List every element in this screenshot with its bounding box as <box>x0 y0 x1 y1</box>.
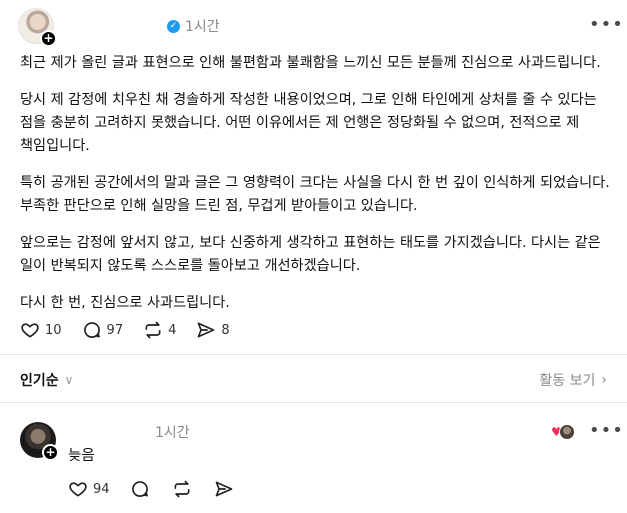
sort-dropdown[interactable]: 인기순 ∨ <box>20 370 73 390</box>
like-count: 94 <box>93 481 110 497</box>
like-count: 10 <box>45 322 62 338</box>
share-button[interactable]: 8 <box>196 320 230 340</box>
post-header: ✓ 1시간 <box>167 16 220 36</box>
reply-count: 97 <box>106 322 124 338</box>
divider <box>0 402 627 403</box>
more-options-icon[interactable]: ••• <box>589 422 624 440</box>
post-author-avatar-wrap[interactable]: + <box>18 8 57 47</box>
repost-button[interactable]: 4 <box>143 320 176 340</box>
comment-text: 늦음 <box>68 448 95 464</box>
reply-button[interactable] <box>130 479 150 499</box>
comment-time: 1시간 <box>155 425 190 441</box>
post-time: 1시간 <box>185 19 220 35</box>
send-icon <box>215 481 232 497</box>
post-paragraph: 특히 공개된 공간에서의 말과 글은 그 영향력이 크다는 사실을 다시 한 번… <box>20 175 610 214</box>
post-paragraph: 앞으로는 감정에 앞서지 않고, 보다 신중하게 생각하고 표현하는 태도를 가… <box>20 235 601 274</box>
heart-icon <box>69 482 87 497</box>
activity-link[interactable]: 활동 보기 › <box>539 370 607 390</box>
comment-actions: 94 <box>68 479 254 499</box>
sort-label: 인기순 <box>20 373 59 389</box>
divider <box>0 354 627 355</box>
like-button[interactable]: 94 <box>68 479 110 499</box>
repost-icon <box>145 321 161 339</box>
verified-check-icon: ✓ <box>167 19 180 33</box>
more-options-icon[interactable]: ••• <box>589 16 624 34</box>
post-paragraph: 최근 제가 올린 글과 표현으로 인해 불편함과 불쾌함을 느끼신 모든 분들께… <box>20 55 601 71</box>
post-paragraph: 당시 제 감정에 치우친 채 경솔하게 작성한 내용이었으며, 그로 인해 타인… <box>20 92 597 154</box>
activity-label: 활동 보기 <box>539 373 596 389</box>
share-button[interactable] <box>214 479 234 499</box>
chevron-right-icon: › <box>601 372 607 388</box>
post-paragraph: 다시 한 번, 진심으로 사과드립니다. <box>20 295 230 311</box>
repost-count: 4 <box>168 322 177 338</box>
author-liked-badge: ♥ <box>551 424 575 440</box>
post-body: 최근 제가 올린 글과 표현으로 인해 불편함과 불쾌함을 느끼신 모든 분들께… <box>20 52 612 329</box>
like-button[interactable]: 10 <box>20 320 62 340</box>
follow-plus-icon[interactable]: + <box>40 30 57 47</box>
chevron-down-icon: ∨ <box>64 373 74 387</box>
repost-button[interactable] <box>172 479 192 499</box>
avatar <box>558 424 575 440</box>
comment-author-avatar-wrap[interactable]: + <box>20 422 59 461</box>
send-icon <box>198 322 215 338</box>
reply-button[interactable]: 97 <box>82 320 124 340</box>
follow-plus-icon[interactable]: + <box>42 444 59 461</box>
heart-icon <box>21 323 39 338</box>
comment-bubble-icon <box>83 322 100 338</box>
repost-icon <box>174 480 190 498</box>
post-actions: 10 97 4 8 <box>20 320 250 340</box>
share-count: 8 <box>221 322 230 338</box>
comment-bubble-icon <box>131 481 148 497</box>
